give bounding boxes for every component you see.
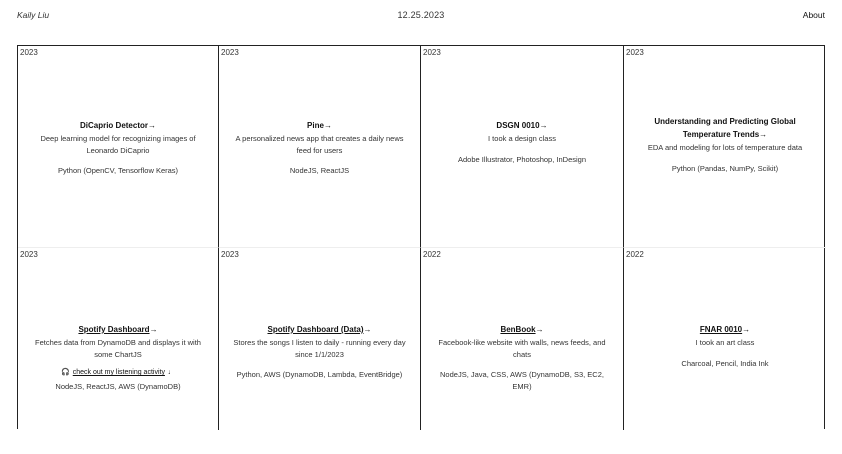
project-title-link[interactable]: Spotify Dashboard→ xyxy=(78,323,157,336)
project-title-link[interactable]: BenBook→ xyxy=(500,323,543,336)
project-tech: Python (OpenCV, Tensorflow Keras) xyxy=(57,166,179,175)
listening-activity: 🎧 check out my listening activity ♩ xyxy=(32,367,204,378)
project-tech: NodeJS, ReactJS xyxy=(289,166,350,175)
project-card: 2022 BenBook→ Facebook-like website with… xyxy=(421,248,624,430)
project-title-link[interactable]: DiCaprio Detector→ xyxy=(80,119,156,132)
headphone-icon: 🎧 xyxy=(61,369,70,376)
project-tech: NodeJS, ReactJS, AWS (DynamoDB) xyxy=(55,382,181,391)
arrow-icon: → xyxy=(759,130,768,139)
project-card: 2023 DiCaprio Detector→ Deep learning mo… xyxy=(18,46,219,248)
project-card: 2023 DSGN 0010→ I took a design class Ad… xyxy=(421,46,624,248)
project-year: 2022 xyxy=(423,250,441,259)
arrow-icon: → xyxy=(539,121,548,130)
arrow-icon: → xyxy=(323,121,332,130)
project-description: Facebook-like website with walls, news f… xyxy=(438,338,606,359)
project-tech: Adobe Illustrator, Photoshop, InDesign xyxy=(458,154,586,164)
project-card: 2023 Pine→ A personalized news app that … xyxy=(219,46,421,248)
project-description: A personalized news app that creates a d… xyxy=(235,134,404,155)
arrow-icon: → xyxy=(363,325,372,334)
project-description: Stores the songs I listen to daily - run… xyxy=(233,338,406,359)
project-description: Deep learning model for recognizing imag… xyxy=(40,134,196,155)
listening-activity-link[interactable]: check out my listening activity xyxy=(73,369,165,376)
project-year: 2023 xyxy=(221,48,239,57)
project-card: 2023 Spotify Dashboard→ Fetches data fro… xyxy=(18,248,219,430)
project-card: 2023 Spotify Dashboard (Data)→ Stores th… xyxy=(219,248,421,430)
project-title-link[interactable]: Spotify Dashboard (Data)→ xyxy=(267,323,371,336)
arrow-icon: → xyxy=(148,121,156,130)
project-title-link[interactable]: Understanding and Predicting Global Temp… xyxy=(638,115,812,141)
project-year: 2023 xyxy=(626,48,644,57)
project-description: EDA and modeling for lots of temperature… xyxy=(647,143,803,152)
arrow-icon: → xyxy=(149,325,158,334)
project-description: I took a design class xyxy=(488,134,556,143)
project-card: 2023 Understanding and Predicting Global… xyxy=(624,46,826,248)
music-note-icon: ♩ xyxy=(167,369,175,376)
project-year: 2023 xyxy=(221,250,239,259)
project-title-link[interactable]: Pine→ xyxy=(307,119,332,132)
project-year: 2023 xyxy=(423,48,441,57)
project-year: 2023 xyxy=(20,48,38,57)
arrow-icon: → xyxy=(535,325,544,334)
project-tech: Python, AWS (DynamoDB, Lambda, EventBrid… xyxy=(236,370,403,379)
project-description: Fetches data from DynamoDB and displays … xyxy=(35,338,201,359)
project-description: I took an art class xyxy=(695,338,755,347)
project-tech: Python (Pandas, NumPy, Scikit) xyxy=(671,163,779,173)
project-tech: Charcoal, Pencil, India Ink xyxy=(681,358,769,368)
projects-grid: 2023 DiCaprio Detector→ Deep learning mo… xyxy=(17,45,826,430)
project-card: 2022 FNAR 0010→ I took an art class Char… xyxy=(624,248,826,430)
project-year: 2022 xyxy=(626,250,644,259)
site-date: 12.25.2023 xyxy=(397,10,445,20)
project-title-link[interactable]: DSGN 0010→ xyxy=(496,119,547,132)
about-link[interactable]: About xyxy=(803,10,825,20)
project-year: 2023 xyxy=(20,250,38,259)
site-header: Kaily Liu 12.25.2023 About xyxy=(0,0,842,30)
project-tech: NodeJS, Java, CSS, AWS (DynamoDB, S3, EC… xyxy=(440,370,604,391)
arrow-icon: → xyxy=(742,325,751,334)
project-title-link[interactable]: FNAR 0010→ xyxy=(700,323,750,336)
